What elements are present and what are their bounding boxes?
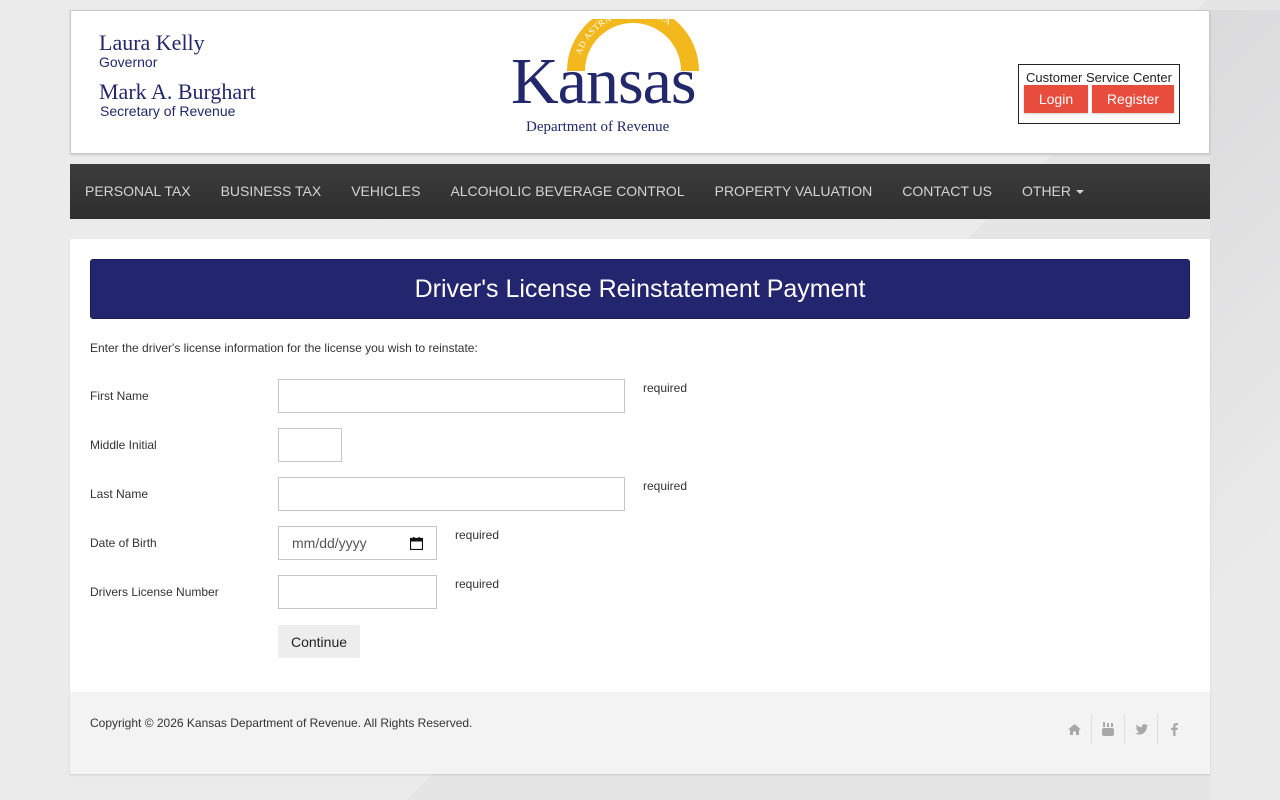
continue-button[interactable]: Continue: [278, 625, 360, 658]
youtube-link[interactable]: [1091, 714, 1124, 744]
register-button[interactable]: Register: [1092, 85, 1174, 113]
secretary-name: Mark A. Burghart: [99, 79, 256, 104]
governor-block: Laura Kelly Governor: [99, 31, 256, 70]
kansas-logo[interactable]: AD ASTRA PER ASPERA Kansas Department of…: [509, 19, 709, 141]
last-name-required: required: [643, 479, 688, 493]
license-number-required: required: [455, 577, 500, 591]
nav-item-personal-tax[interactable]: PERSONAL TAX: [70, 164, 206, 219]
twitter-link[interactable]: [1124, 714, 1157, 744]
last-name-input[interactable]: [278, 477, 625, 511]
first-name-required: required: [643, 381, 688, 395]
dob-input[interactable]: mm/dd/yyyy: [278, 526, 437, 560]
license-number-label: Drivers License Number: [90, 585, 219, 599]
social-links: [1058, 714, 1190, 744]
facebook-link[interactable]: [1157, 714, 1190, 744]
nav-item-alcoholic-beverage-control[interactable]: ALCOHOLIC BEVERAGE CONTROL: [435, 164, 699, 219]
middle-initial-input[interactable]: [278, 428, 342, 462]
governor-name: Laura Kelly: [99, 30, 205, 55]
license-number-input[interactable]: [278, 575, 437, 609]
page-footer: Copyright © 2026 Kansas Department of Re…: [70, 692, 1210, 774]
customer-service-center: Customer Service Center Login Register: [1018, 64, 1180, 124]
form-intro: Enter the driver's license information f…: [90, 341, 478, 355]
secretary-title: Secretary of Revenue: [100, 103, 236, 119]
logo-wordmark: Kansas: [511, 45, 697, 118]
last-name-label: Last Name: [90, 487, 149, 501]
login-button[interactable]: Login: [1024, 85, 1088, 113]
caret-down-icon: [1076, 190, 1084, 195]
nav-item-contact-us[interactable]: CONTACT US: [887, 164, 1007, 219]
secretary-block: Mark A. Burghart Secretary of Revenue: [99, 80, 256, 119]
nav-item-other-label: OTHER: [1022, 183, 1071, 199]
main-content: Driver's License Reinstatement Payment E…: [70, 239, 1210, 774]
nav-item-vehicles[interactable]: VEHICLES: [336, 164, 435, 219]
site-header: Laura Kelly Governor Mark A. Burghart Se…: [70, 10, 1210, 154]
copyright-text: Copyright © 2026 Kansas Department of Re…: [90, 716, 473, 730]
nav-item-other[interactable]: OTHER: [1007, 164, 1099, 219]
home-icon: [1068, 723, 1081, 735]
nav-item-business-tax[interactable]: BUSINESS TAX: [206, 164, 337, 219]
dob-placeholder: mm/dd/yyyy: [292, 535, 367, 551]
facebook-icon: [1170, 722, 1178, 736]
dob-required: required: [455, 528, 500, 542]
main-nav: PERSONAL TAX BUSINESS TAX VEHICLES ALCOH…: [70, 164, 1210, 219]
first-name-label: First Name: [90, 389, 149, 403]
first-name-input[interactable]: [278, 379, 625, 413]
background-shade-right: [1210, 10, 1280, 800]
middle-initial-label: Middle Initial: [90, 438, 157, 452]
home-link[interactable]: [1058, 714, 1091, 744]
youtube-icon: [1102, 722, 1114, 736]
calendar-icon[interactable]: [410, 537, 423, 550]
csc-buttons: Login Register: [1024, 85, 1174, 113]
logo-department: Department of Revenue: [526, 119, 670, 135]
governor-title: Governor: [99, 54, 158, 70]
twitter-icon: [1134, 723, 1148, 734]
nav-item-property-valuation[interactable]: PROPERTY VALUATION: [700, 164, 888, 219]
officials: Laura Kelly Governor Mark A. Burghart Se…: [99, 31, 256, 119]
dob-label: Date of Birth: [90, 536, 157, 550]
page-title: Driver's License Reinstatement Payment: [90, 259, 1190, 319]
csc-title: Customer Service Center: [1026, 70, 1172, 85]
